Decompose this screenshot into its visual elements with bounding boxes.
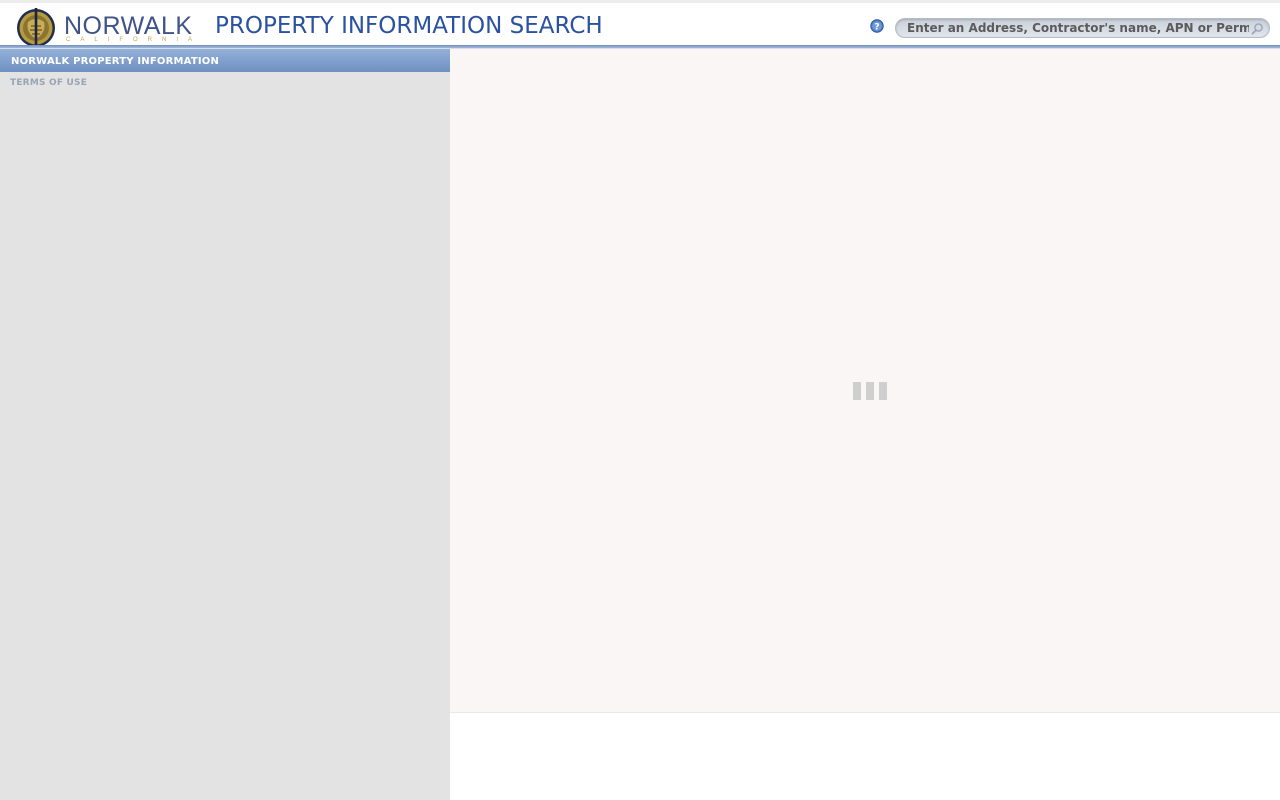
search-icon[interactable] [1251,22,1264,35]
search-input[interactable] [907,20,1249,36]
search-box [895,18,1270,38]
sidebar-header: NORWALK PROPERTY INFORMATION [0,49,450,72]
loading-spinner-icon [853,382,887,400]
logo-subtitle: CALIFORNIA [66,37,203,43]
sidebar-item-terms-of-use[interactable]: TERMS OF USE [10,78,87,88]
norwalk-logo[interactable]: NORWALK CALIFORNIA [14,7,194,48]
help-icon[interactable]: ? [870,19,884,33]
loading-bar [879,382,887,400]
loading-bar [866,382,874,400]
loading-bar [853,382,861,400]
main-content [450,49,1280,713]
svg-text:?: ? [874,22,879,32]
sidebar: NORWALK PROPERTY INFORMATION TERMS OF US… [0,49,450,800]
city-seal-icon [17,8,55,48]
content-footer [450,714,1280,800]
page-title: PROPERTY INFORMATION SEARCH [215,13,603,39]
header: NORWALK CALIFORNIA PROPERTY INFORMATION … [0,3,1280,48]
logo-wordmark: NORWALK [64,12,193,40]
